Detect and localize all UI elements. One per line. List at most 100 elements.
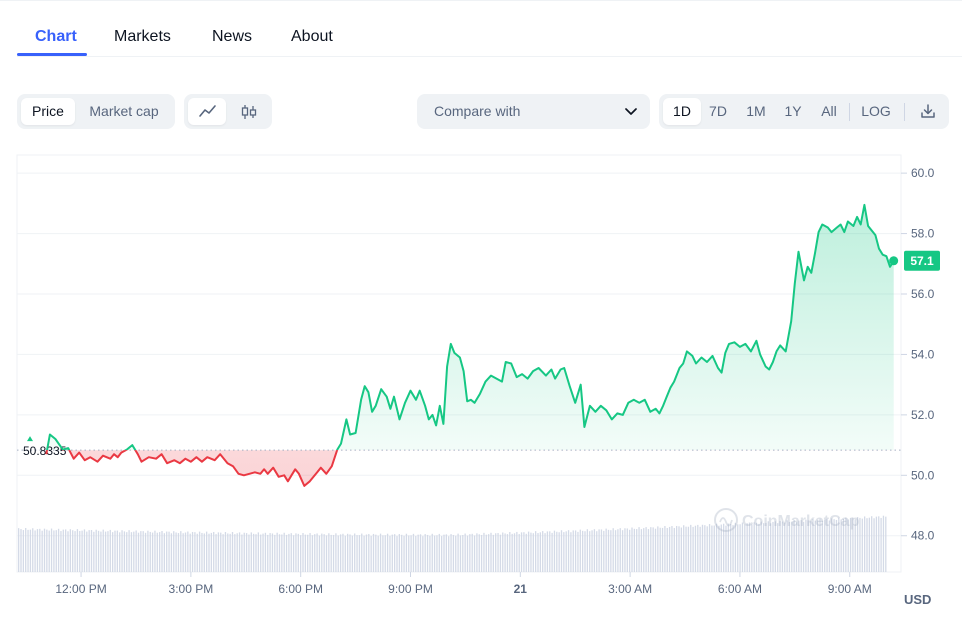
range-7d-button[interactable]: 7D (702, 98, 734, 125)
compare-with-dropdown[interactable]: Compare with (417, 94, 650, 129)
range-1y-button[interactable]: 1Y (778, 98, 808, 125)
volume-bar (53, 530, 55, 572)
volume-bar (462, 534, 464, 572)
volume-bar (607, 529, 610, 572)
volume-bar (283, 532, 285, 572)
volume-bar (264, 532, 267, 572)
price-area (46, 204, 894, 486)
volume-bar (39, 528, 41, 572)
volume-bar (234, 534, 236, 572)
volume-bar (715, 523, 718, 572)
volume-bar (579, 529, 581, 572)
range-1m-button[interactable]: 1M (740, 98, 772, 125)
x-tick-label: 9:00 PM (388, 582, 433, 596)
up-triangle-icon (27, 436, 33, 442)
volume-bar (166, 531, 168, 572)
volume-bar (704, 525, 706, 572)
volume-bar (128, 530, 130, 572)
volume-bar (309, 533, 311, 572)
volume-bar (739, 524, 741, 572)
download-button[interactable] (911, 98, 945, 125)
volume-bar (544, 533, 546, 572)
line-chart-button[interactable] (188, 98, 226, 125)
volume-bar (86, 531, 88, 572)
volume-bar (196, 533, 198, 572)
volume-bar (95, 529, 97, 572)
range-1d-button[interactable]: 1D (663, 98, 701, 125)
price-chart-svg: CoinMarketCap 50.8335 60.058.056.054.052… (16, 154, 940, 607)
volume-bar (163, 533, 165, 572)
volume-bar (229, 533, 231, 572)
volume-bar (107, 531, 109, 572)
volume-bar (119, 532, 121, 572)
volume-bar (224, 532, 227, 572)
volume-bar (645, 527, 647, 572)
volume-bar (217, 532, 220, 572)
log-scale-button[interactable]: LOG (855, 98, 897, 125)
volume-bar (403, 535, 405, 572)
volume-bar (438, 533, 440, 572)
candlestick-button[interactable] (230, 98, 268, 125)
volume-bar (880, 517, 882, 572)
volume-bar (473, 535, 476, 572)
volume-bar (582, 530, 584, 572)
volume-bar (222, 534, 224, 572)
volume-bar (875, 516, 878, 572)
tab-about[interactable]: About (291, 28, 333, 46)
price-button[interactable]: Price (21, 98, 75, 125)
chevron-down-icon (625, 108, 637, 115)
volume-bar (762, 523, 765, 572)
volume-bar (708, 524, 711, 572)
volume-bar (412, 533, 415, 572)
metric-toggle: Price Market cap (17, 94, 175, 129)
volume-bar (74, 531, 76, 572)
volume-bar (260, 534, 262, 572)
volume-bar (126, 532, 128, 572)
volume-bar (488, 534, 490, 572)
volume-bar (734, 522, 737, 572)
volume-bar (673, 527, 675, 572)
volume-bar (184, 532, 187, 572)
volume-bar (194, 532, 196, 572)
volume-bar (643, 528, 645, 572)
range-all-button[interactable]: All (814, 98, 844, 125)
y-tick-label: 48.0 (911, 529, 935, 543)
volume-bar (57, 528, 60, 572)
volume-bar (657, 526, 659, 572)
volume-bar (382, 535, 384, 572)
volume-bar (499, 534, 502, 572)
price-chart[interactable]: CoinMarketCap 50.8335 60.0 58.0 56.0 54.0 52… (0, 150, 962, 627)
tab-chart[interactable]: Chart (35, 28, 77, 46)
volume-bar (882, 515, 885, 572)
volume-bar (241, 534, 243, 572)
volume-bar (83, 529, 86, 572)
volume-bar (363, 535, 365, 572)
volume-bar (431, 533, 433, 572)
volume-bar (661, 527, 664, 572)
tab-markets[interactable]: Markets (114, 28, 171, 46)
volume-bar (495, 533, 497, 572)
volume-bar (389, 535, 391, 572)
y-tick-label: 52.0 (911, 408, 935, 422)
volume-bar (109, 529, 111, 572)
volume-bar (621, 530, 624, 572)
volume-bar (149, 531, 151, 572)
volume-bar (683, 525, 685, 572)
volume-bar (307, 534, 309, 572)
volume-bar (93, 531, 95, 572)
volume-bar (65, 529, 67, 572)
market-cap-button[interactable]: Market cap (80, 98, 168, 125)
volume-bar (455, 535, 457, 572)
volume-bar (732, 525, 734, 572)
volume-bar (168, 531, 170, 572)
volume-bar (391, 534, 393, 572)
volume-bar (210, 532, 212, 572)
volume-bar (46, 529, 48, 572)
volume-bar (215, 534, 217, 572)
volume-bar (718, 525, 720, 572)
tab-news[interactable]: News (212, 28, 252, 46)
volume-bar (758, 523, 760, 572)
volume-bar (173, 531, 175, 572)
volume-bar (236, 533, 238, 572)
volume-bar (281, 534, 283, 572)
